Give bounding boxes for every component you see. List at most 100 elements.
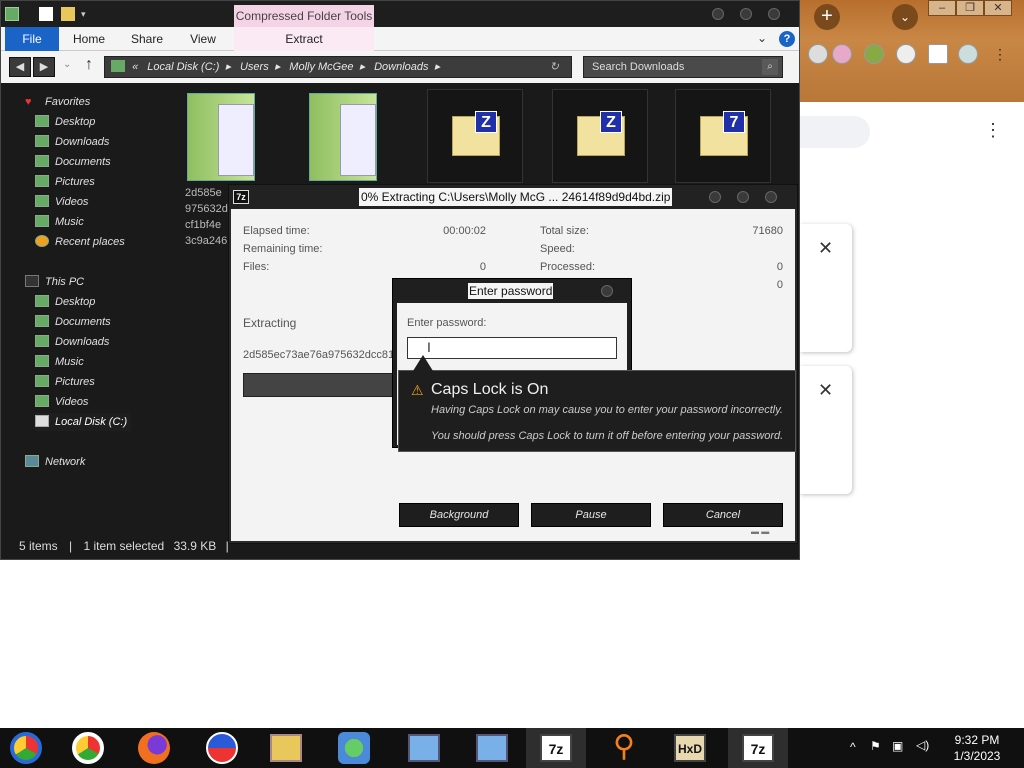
maximize-button[interactable]	[740, 8, 752, 20]
taskbar-7zip[interactable]: 7z	[526, 728, 586, 768]
tab-share[interactable]: Share	[123, 27, 171, 51]
close-button[interactable]	[765, 191, 777, 203]
breadcrumb-item[interactable]: Molly McGee	[289, 61, 353, 73]
background-button[interactable]: Background	[399, 503, 519, 527]
nav-item-desktop[interactable]: Desktop	[35, 113, 95, 131]
nav-item-documents[interactable]: Documents	[35, 153, 111, 171]
clock[interactable]: 9:32 PM 1/3/2023	[942, 732, 1012, 764]
search-input[interactable]: Search Downloads ⌕	[583, 56, 783, 78]
tab-file[interactable]: File	[5, 27, 59, 51]
chevron-down-icon[interactable]: ⌄	[757, 31, 767, 45]
nav-this-pc[interactable]: This PC	[25, 273, 84, 291]
share-icon[interactable]	[808, 44, 828, 64]
back-button[interactable]: ◀	[9, 57, 31, 77]
extension-icon[interactable]	[832, 44, 852, 64]
taskbar-remote[interactable]	[462, 728, 522, 768]
file-item[interactable]: Z	[552, 89, 648, 183]
maximize-button[interactable]: ❐	[956, 0, 984, 16]
taskbar-7zip[interactable]: 7z	[728, 728, 788, 768]
sidepanel-icon[interactable]	[928, 44, 948, 64]
taskbar-chrome[interactable]	[58, 728, 118, 768]
resize-grip-icon[interactable]: ▬ ▬	[751, 527, 791, 536]
nav-item-downloads[interactable]: Downloads	[35, 333, 109, 351]
taskbar-hxd[interactable]: HxD	[660, 728, 720, 768]
nav-label: This PC	[45, 276, 85, 288]
close-button[interactable]	[601, 285, 613, 297]
chevron-right-icon[interactable]: ▸	[225, 61, 231, 73]
tab-extract[interactable]: Extract	[234, 27, 374, 51]
nav-item-documents[interactable]: Documents	[35, 313, 111, 331]
nav-item-desktop[interactable]: Desktop	[35, 293, 95, 311]
kebab-menu-icon[interactable]: ⋮	[984, 120, 1002, 141]
tooltip-pointer	[413, 355, 433, 371]
chevron-down-icon[interactable]: ▾	[81, 7, 95, 21]
nav-item-videos[interactable]: Videos	[35, 193, 88, 211]
account-icon[interactable]	[958, 44, 978, 64]
volume-icon[interactable]: ◁)	[916, 738, 929, 752]
taskbar-remote[interactable]	[394, 728, 454, 768]
minimize-button[interactable]: –	[928, 0, 956, 16]
nav-favorites[interactable]: ♥ Favorites	[25, 93, 90, 111]
nav-item-videos[interactable]: Videos	[35, 393, 88, 411]
taskbar-search[interactable]: ⚲	[594, 728, 654, 768]
flag-icon[interactable]: ⚑	[870, 739, 881, 753]
file-item[interactable]: Z	[427, 89, 523, 183]
close-icon[interactable]: ✕	[818, 238, 833, 259]
chevron-right-icon[interactable]: ▸	[435, 61, 441, 73]
new-folder-icon[interactable]	[61, 7, 75, 21]
file-item[interactable]: 7	[675, 89, 771, 183]
nav-item-downloads[interactable]: Downloads	[35, 133, 109, 151]
close-button[interactable]	[768, 8, 780, 20]
nav-item-local-disk[interactable]: Local Disk (C:)	[35, 413, 131, 431]
nav-item-recent-places[interactable]: Recent places	[35, 233, 125, 251]
new-tab-button[interactable]: +	[814, 4, 840, 30]
chevron-up-icon[interactable]: ^	[850, 740, 856, 754]
network-icon	[25, 455, 39, 467]
tab-home[interactable]: Home	[65, 27, 113, 51]
minimize-button[interactable]	[709, 191, 721, 203]
help-icon[interactable]: ?	[779, 31, 795, 47]
close-button[interactable]: ✕	[984, 0, 1012, 16]
file-item[interactable]	[183, 89, 279, 183]
nav-label: Downloads	[55, 336, 110, 348]
refresh-icon[interactable]: ↻	[550, 57, 559, 77]
nav-item-music[interactable]: Music	[35, 213, 84, 231]
nav-item-music[interactable]: Music	[35, 353, 84, 371]
up-arrow-icon[interactable]: ↑	[85, 56, 93, 74]
address-path[interactable]: « Local Disk (C:) ▸ Users ▸ Molly McGee ▸ D…	[104, 56, 572, 78]
network-status-icon[interactable]: ▣	[892, 739, 903, 753]
remaining-label: Remaining time:	[243, 243, 323, 255]
taskbar-file-explorer[interactable]	[256, 728, 316, 768]
properties-icon[interactable]	[39, 7, 53, 21]
chevron-right-icon[interactable]: ▸	[359, 61, 365, 73]
forward-button[interactable]: ▶	[33, 57, 55, 77]
notification-card: ✕	[800, 224, 852, 352]
close-icon[interactable]: ✕	[818, 380, 833, 401]
taskbar-app[interactable]	[192, 728, 252, 768]
taskbar-network[interactable]	[324, 728, 384, 768]
cancel-button[interactable]: Cancel	[663, 503, 783, 527]
minimize-button[interactable]	[712, 8, 724, 20]
maximize-button[interactable]	[737, 191, 749, 203]
tab-view[interactable]: View	[179, 27, 227, 51]
puzzle-icon[interactable]	[896, 44, 916, 64]
nav-network[interactable]: Network	[25, 453, 85, 471]
breadcrumb-item[interactable]: Local Disk (C:)	[147, 61, 219, 73]
pause-button[interactable]: Pause	[531, 503, 651, 527]
chevron-down-icon[interactable]: ⌄	[892, 4, 918, 30]
chevron-right-icon[interactable]: ▸	[275, 61, 281, 73]
taskbar-firefox[interactable]	[124, 728, 184, 768]
password-input[interactable]	[407, 337, 617, 359]
search-icon[interactable]: ⌕	[762, 59, 778, 75]
chevron-down-icon[interactable]: ⌄	[63, 59, 71, 70]
file-item[interactable]	[305, 89, 401, 183]
kebab-menu-icon[interactable]: ⋮	[990, 44, 1010, 64]
breadcrumb-item[interactable]: Users	[240, 61, 269, 73]
nav-item-pictures[interactable]: Pictures	[35, 173, 95, 191]
warning-icon: ⚠	[411, 382, 424, 398]
nav-item-pictures[interactable]: Pictures	[35, 373, 95, 391]
chrome-search-pill[interactable]	[800, 116, 870, 148]
taskbar-start[interactable]	[0, 728, 60, 768]
breadcrumb-item[interactable]: Downloads	[374, 61, 428, 73]
profile-icon[interactable]	[864, 44, 884, 64]
